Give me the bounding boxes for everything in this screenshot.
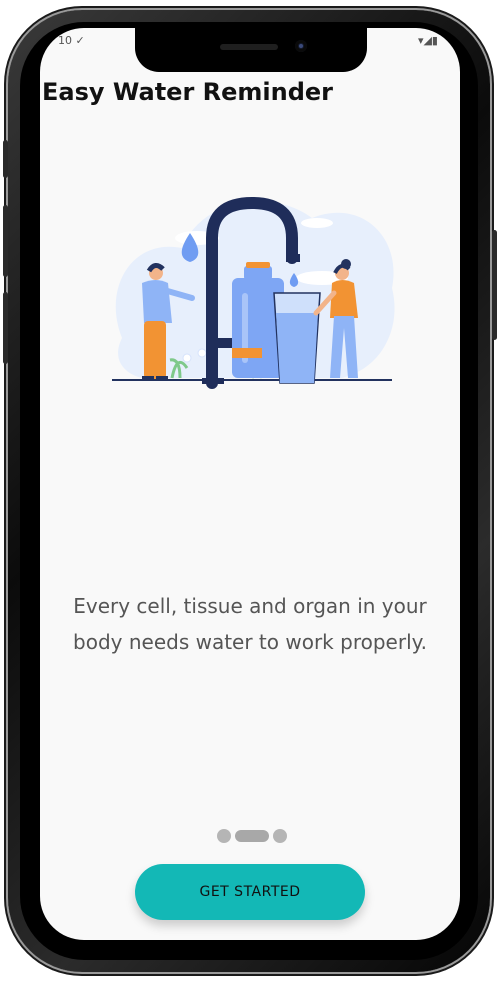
flower — [182, 353, 192, 363]
faucet-base — [202, 378, 224, 384]
front-camera-icon — [295, 40, 307, 52]
water-bottle-cap — [246, 262, 270, 268]
app-screen: 10 ✓ ▾◢▮ Easy Water Reminder Every cell,… — [40, 28, 460, 940]
speaker-grille — [220, 44, 278, 50]
man-shoe — [142, 376, 154, 380]
page-dot-1[interactable] — [217, 829, 231, 843]
bottle-clip — [232, 348, 262, 358]
mute-switch — [3, 140, 8, 178]
page-dot-2-active[interactable] — [235, 830, 269, 842]
page-indicator — [212, 828, 292, 844]
notch — [135, 28, 367, 72]
man-torso — [142, 280, 172, 323]
man-shoe — [156, 376, 168, 380]
get-started-button[interactable]: GET STARTED — [135, 864, 365, 920]
page-dot-3[interactable] — [273, 829, 287, 843]
man-legs — [144, 321, 166, 379]
flower — [197, 348, 207, 358]
glass-water — [276, 313, 318, 383]
faucet-spout — [286, 254, 300, 262]
status-bar-left: 10 ✓ — [58, 34, 85, 47]
water-bottle-neck — [244, 266, 272, 280]
power-button — [492, 230, 497, 340]
status-bar-right: ▾◢▮ — [417, 34, 438, 47]
water-illustration — [112, 196, 395, 389]
woman-torso — [330, 280, 358, 318]
volume-up-button — [3, 205, 8, 277]
app-title: Easy Water Reminder — [42, 78, 333, 106]
volume-down-button — [3, 292, 8, 364]
faucet-valve — [214, 338, 234, 348]
cloud-shape — [301, 218, 333, 228]
onboarding-message: Every cell, tissue and organ in your bod… — [73, 594, 427, 654]
